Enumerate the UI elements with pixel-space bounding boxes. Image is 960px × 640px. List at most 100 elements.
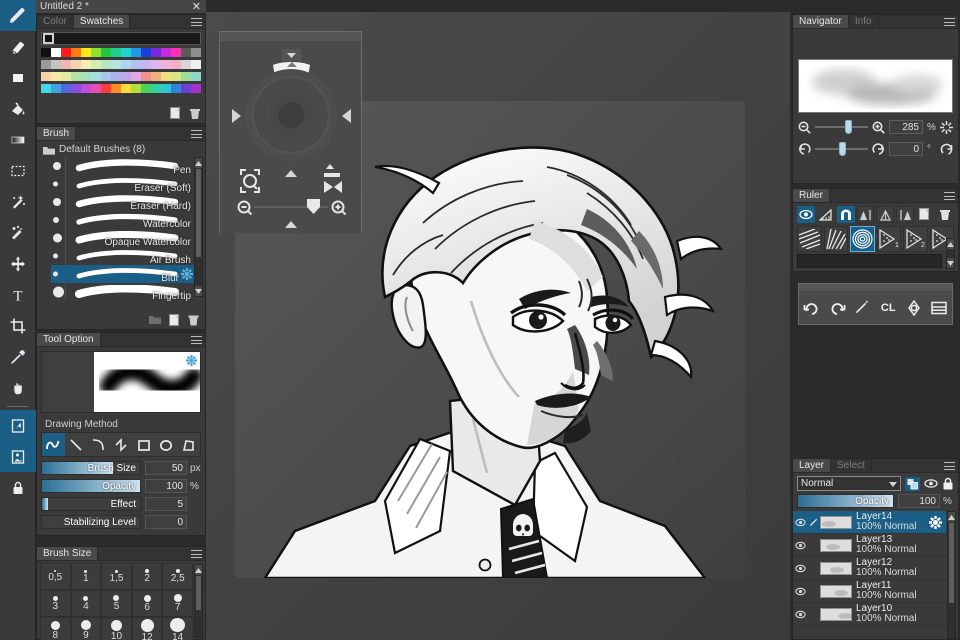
brush-size-cell[interactable]: 5 bbox=[101, 590, 132, 617]
layer-visibility-toggle[interactable] bbox=[793, 587, 808, 596]
close-icon[interactable]: ✕ bbox=[192, 1, 201, 13]
slider-effect[interactable]: Effect bbox=[41, 497, 141, 511]
swatch-row[interactable] bbox=[41, 72, 201, 81]
swatch-3-1[interactable] bbox=[51, 84, 61, 93]
swatch-2-5[interactable] bbox=[91, 72, 101, 81]
brush-list[interactable]: Pen Eraser (Soft) Eraser (Hard) Watercolor O… bbox=[51, 157, 195, 302]
swatch-1-15[interactable] bbox=[191, 60, 201, 69]
swatch-1-8[interactable] bbox=[121, 60, 131, 69]
swatch-1-5[interactable] bbox=[91, 60, 101, 69]
tab-swatches[interactable]: Swatches bbox=[73, 15, 131, 28]
drawing-method-polygon[interactable] bbox=[177, 433, 200, 456]
move-tool[interactable] bbox=[0, 248, 36, 279]
brush-size-menu-icon[interactable] bbox=[191, 549, 202, 559]
swatch-1-11[interactable] bbox=[151, 60, 161, 69]
layer-scrollbar[interactable] bbox=[947, 511, 956, 639]
brush-size-cell[interactable]: 9 bbox=[70, 617, 102, 640]
brush-size-cell[interactable]: 2 bbox=[131, 563, 163, 590]
swatch-0-8[interactable] bbox=[121, 48, 131, 57]
swatch-3-9[interactable] bbox=[131, 84, 141, 93]
brush-tip-preview[interactable] bbox=[41, 351, 201, 413]
eyedropper-tool[interactable] bbox=[0, 341, 36, 372]
layer-settings-icon[interactable] bbox=[929, 516, 942, 529]
swatch-3-0[interactable] bbox=[41, 84, 51, 93]
layer-visibility-toggle[interactable] bbox=[793, 541, 808, 550]
eraser-tool[interactable] bbox=[0, 31, 36, 62]
brush-list-item[interactable]: Blur bbox=[51, 265, 195, 284]
fill-rect-tool[interactable] bbox=[0, 62, 36, 93]
swatch-2-14[interactable] bbox=[181, 72, 191, 81]
slider-value[interactable]: 100 bbox=[145, 479, 187, 493]
swatch-0-11[interactable] bbox=[151, 48, 161, 57]
current-color-strip[interactable] bbox=[41, 32, 201, 45]
swatch-2-15[interactable] bbox=[191, 72, 201, 81]
ruler-magnet-icon[interactable] bbox=[836, 206, 855, 223]
brush-size-cell[interactable]: 7 bbox=[162, 590, 193, 617]
layer-row[interactable]: Layer10 100% Normal bbox=[793, 603, 946, 626]
text-tool[interactable]: T bbox=[0, 279, 36, 310]
new-swatch-icon[interactable] bbox=[170, 107, 182, 120]
window-button[interactable] bbox=[928, 297, 950, 319]
ruler-menu-icon[interactable] bbox=[944, 191, 955, 201]
color-panel-menu-icon[interactable] bbox=[191, 17, 202, 27]
swatch-3-10[interactable] bbox=[141, 84, 151, 93]
tab-info[interactable]: Info bbox=[848, 15, 879, 28]
tab-tool-option[interactable]: Tool Option bbox=[37, 333, 101, 346]
delete-brush-icon[interactable] bbox=[188, 314, 199, 326]
tab-navigator[interactable]: Navigator bbox=[793, 15, 849, 28]
brush-list-scrollbar[interactable] bbox=[194, 157, 203, 297]
slider-value[interactable]: 5 bbox=[145, 497, 187, 511]
floating-navigator-widget[interactable] bbox=[219, 31, 362, 233]
swatch-0-12[interactable] bbox=[161, 48, 171, 57]
drawing-method-line[interactable] bbox=[65, 433, 88, 456]
swatch-3-14[interactable] bbox=[181, 84, 191, 93]
swatch-2-2[interactable] bbox=[61, 72, 71, 81]
lock-transparency-tool[interactable] bbox=[0, 472, 36, 503]
swatch-2-1[interactable] bbox=[51, 72, 61, 81]
brush-list-item[interactable]: Eraser (Hard) bbox=[51, 193, 195, 212]
rotate-left-icon[interactable] bbox=[798, 142, 811, 156]
tab-color[interactable]: Color bbox=[37, 15, 74, 28]
slider-brush-size[interactable]: Brush Size bbox=[41, 461, 141, 475]
brush-size-cell[interactable]: 1,5 bbox=[101, 563, 132, 590]
foreground-color-tool[interactable] bbox=[0, 410, 36, 441]
new-folder-icon[interactable] bbox=[149, 314, 161, 325]
reset-rotation-icon[interactable] bbox=[940, 143, 953, 156]
ruler-list[interactable] bbox=[797, 254, 942, 268]
brush-tip-stroke-preview[interactable] bbox=[94, 352, 200, 412]
layer-menu-icon[interactable] bbox=[944, 461, 955, 471]
brush-size-cell[interactable]: 10 bbox=[101, 617, 132, 640]
layer-row[interactable]: Layer13 100% Normal bbox=[793, 534, 946, 557]
swatch-3-12[interactable] bbox=[161, 84, 171, 93]
brush-list-item[interactable]: Fingertip bbox=[51, 283, 195, 302]
target-button[interactable] bbox=[903, 297, 925, 319]
crop-tool[interactable] bbox=[0, 310, 36, 341]
swatch-3-2[interactable] bbox=[61, 84, 71, 93]
brush-size-cell[interactable]: 14 bbox=[162, 617, 193, 640]
current-color-chip[interactable] bbox=[43, 33, 54, 44]
bucket-tool[interactable] bbox=[0, 93, 36, 124]
tab-brush-size[interactable]: Brush Size bbox=[37, 547, 99, 560]
swatch-0-6[interactable] bbox=[101, 48, 111, 57]
ruler-scrollbar[interactable] bbox=[946, 238, 955, 269]
swatch-2-0[interactable] bbox=[41, 72, 51, 81]
swatch-0-10[interactable] bbox=[141, 48, 151, 57]
scroll-down-button[interactable] bbox=[195, 286, 202, 296]
symmetry-diagonal-icon[interactable] bbox=[876, 206, 895, 223]
delete-ruler-icon[interactable] bbox=[936, 206, 954, 223]
brush-settings-icon[interactable] bbox=[181, 268, 193, 280]
layer-thumbnail[interactable] bbox=[820, 538, 852, 552]
swatch-0-13[interactable] bbox=[171, 48, 181, 57]
swatch-1-10[interactable] bbox=[141, 60, 151, 69]
parallel-lines-ruler[interactable] bbox=[797, 226, 822, 252]
radial-lines-ruler[interactable] bbox=[823, 226, 848, 252]
swatch-0-2[interactable] bbox=[61, 48, 71, 57]
document-titlebar[interactable]: Untitled 2 * ✕ bbox=[36, 0, 206, 14]
brush-tip-empty-slot[interactable] bbox=[42, 352, 94, 412]
zoom-in-icon[interactable] bbox=[872, 121, 885, 134]
floating-command-bar[interactable]: CL bbox=[798, 283, 953, 325]
brush-size-cell[interactable]: 12 bbox=[131, 617, 163, 640]
scroll-thumb[interactable] bbox=[196, 576, 201, 610]
duplicate-brush-icon[interactable] bbox=[169, 314, 180, 326]
drawing-method-rectangle[interactable] bbox=[132, 433, 155, 456]
